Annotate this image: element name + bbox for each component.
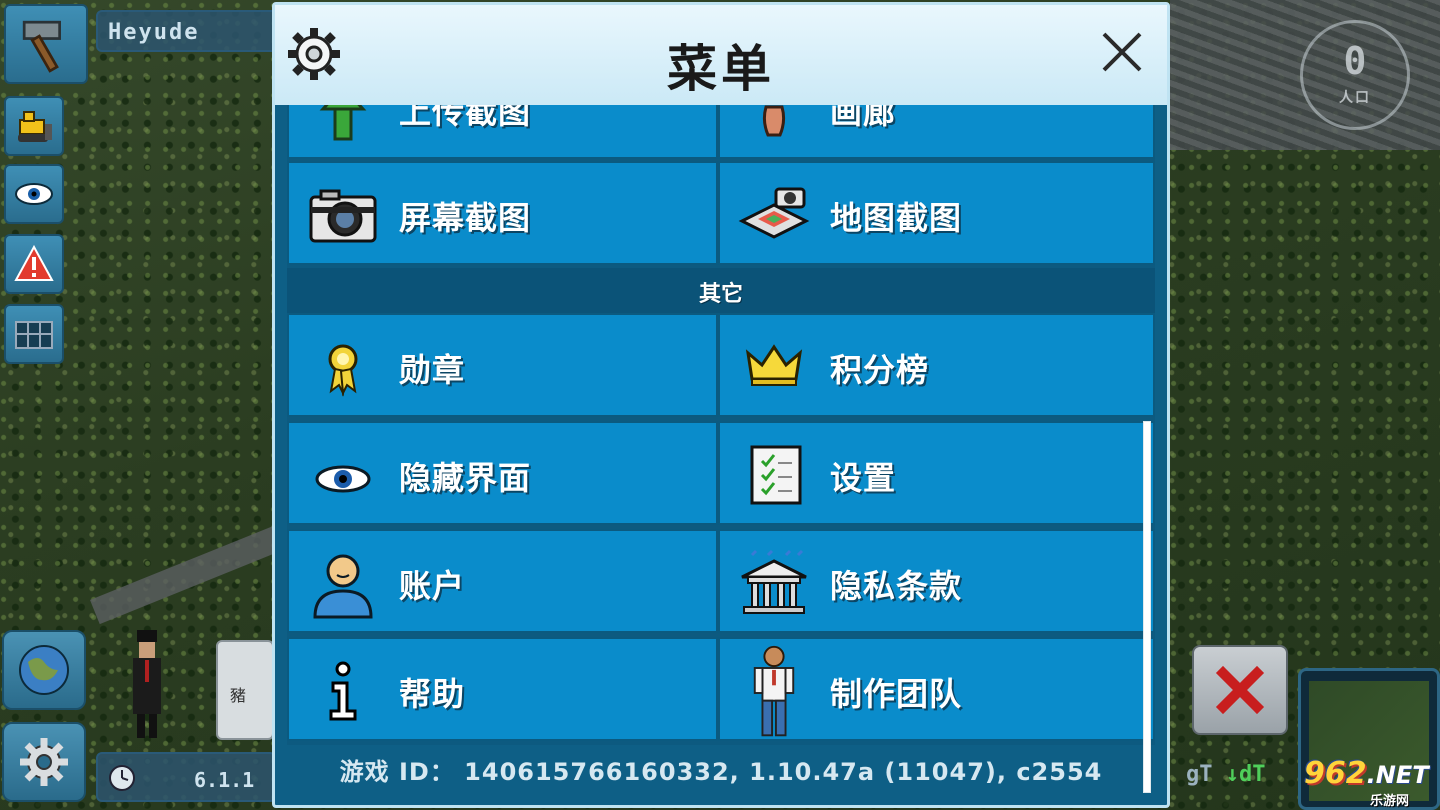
dt-indicator: gT ↓dT bbox=[1186, 762, 1266, 787]
menu-row: 隐藏界面 设置 bbox=[287, 421, 1155, 525]
view-layers-button[interactable] bbox=[4, 164, 64, 224]
watermark-main: 962 bbox=[1304, 756, 1367, 791]
menu-item-screen-capture[interactable]: 屏幕截图 bbox=[287, 161, 718, 265]
menu-scrollbar[interactable] bbox=[1143, 421, 1151, 793]
red-x-icon bbox=[1215, 665, 1265, 715]
speech-bubble[interactable]: 豬 bbox=[216, 640, 274, 740]
version-bar[interactable]: 6.1.1 bbox=[96, 752, 276, 802]
version-text: 6.1.1 bbox=[194, 768, 255, 792]
menu-item-label: 账户 bbox=[399, 567, 466, 605]
menu-row: 屏幕截图 地图截图 bbox=[287, 161, 1155, 265]
medal-icon bbox=[328, 344, 358, 397]
section-header-other: 其它 bbox=[287, 268, 1155, 314]
dialog-title: 菜单 bbox=[667, 40, 775, 98]
upload-icon bbox=[319, 105, 367, 141]
person-icon bbox=[753, 645, 795, 737]
globe-button[interactable] bbox=[2, 630, 86, 710]
bulldozer-icon bbox=[18, 111, 52, 142]
menu-item-label: 积分榜 bbox=[830, 351, 930, 389]
menu-item-upload-screenshot[interactable]: 上传截图 bbox=[287, 105, 718, 159]
grid-panel-icon bbox=[15, 321, 53, 349]
speech-bubble-text: 豬 bbox=[230, 686, 247, 705]
dt-green-label: ↓dT bbox=[1225, 762, 1266, 787]
eye-icon bbox=[15, 183, 53, 205]
hammer-icon bbox=[22, 20, 61, 73]
watermark-sub: 乐游网 bbox=[1370, 794, 1410, 809]
menu-item-label: 地图截图 bbox=[830, 199, 963, 237]
city-name-label[interactable]: Heyude bbox=[96, 10, 286, 52]
menu-item-hide-ui[interactable]: 隐藏界面 bbox=[287, 421, 718, 525]
menu-item-label: 勋章 bbox=[399, 351, 466, 389]
alert-button[interactable] bbox=[4, 234, 64, 294]
menu-item-account[interactable]: 账户 bbox=[287, 529, 718, 633]
menu-item-leaderboard[interactable]: 积分榜 bbox=[718, 313, 1155, 417]
menu-row: 帮助 制作团队 bbox=[287, 637, 1155, 741]
gear-icon bbox=[20, 738, 68, 786]
info-icon bbox=[329, 661, 357, 721]
camera-icon bbox=[309, 189, 377, 243]
menu-item-label: 隐藏界面 bbox=[399, 459, 532, 497]
close-icon[interactable] bbox=[1097, 27, 1147, 77]
menu-row: 上传截图 画廊 bbox=[287, 105, 1155, 159]
citizen-sprite bbox=[133, 630, 161, 738]
user-icon bbox=[313, 554, 373, 619]
menu-item-label: 屏幕截图 bbox=[399, 199, 532, 237]
menu-item-label: 帮助 bbox=[399, 675, 466, 713]
globe-icon bbox=[19, 645, 69, 695]
counter-label: 人口 bbox=[1339, 90, 1371, 106]
menu-item-help[interactable]: 帮助 bbox=[287, 637, 718, 741]
menu-row: 账户 隐私条款 bbox=[287, 529, 1155, 633]
city-name: Heyude bbox=[108, 20, 200, 45]
watermark-net: .NET bbox=[1366, 761, 1429, 789]
map-camera-icon bbox=[738, 187, 810, 239]
crown-icon bbox=[745, 344, 803, 386]
menu-item-label: 画廊 bbox=[830, 105, 897, 131]
menu-row: 勋章 积分榜 bbox=[287, 313, 1155, 417]
warning-icon bbox=[14, 244, 54, 281]
clock-icon bbox=[109, 765, 135, 791]
vase-icon bbox=[762, 105, 786, 137]
data-view-button[interactable] bbox=[4, 304, 64, 364]
menu-item-settings[interactable]: 设置 bbox=[718, 421, 1155, 525]
checklist-icon bbox=[750, 445, 802, 505]
build-hammer-button[interactable] bbox=[4, 4, 88, 84]
site-watermark: 962.NET 乐游网 bbox=[1298, 752, 1440, 810]
dialog-header: 菜单 bbox=[275, 5, 1167, 105]
menu-item-label: 制作团队 bbox=[830, 675, 963, 713]
menu-item-privacy[interactable]: 隐私条款 bbox=[718, 529, 1155, 633]
menu-dialog: 菜单 上传截图 画廊 屏幕截图 地图截图 其它 勋章 积分榜 隐藏界面 设置 账… bbox=[272, 2, 1170, 808]
menu-item-map-capture[interactable]: 地图截图 bbox=[718, 161, 1155, 265]
menu-item-label: 设置 bbox=[830, 459, 897, 497]
menu-list[interactable]: 上传截图 画廊 屏幕截图 地图截图 其它 勋章 积分榜 隐藏界面 设置 账户 隐… bbox=[287, 105, 1155, 745]
menu-item-credits[interactable]: 制作团队 bbox=[718, 637, 1155, 741]
bank-building-icon bbox=[741, 549, 807, 614]
menu-item-label: 上传截图 bbox=[399, 105, 532, 131]
bulldozer-button[interactable] bbox=[4, 96, 64, 156]
menu-item-gallery[interactable]: 画廊 bbox=[718, 105, 1155, 159]
population-counter[interactable]: 0 人口 bbox=[1300, 20, 1410, 130]
settings-gear-button[interactable] bbox=[2, 722, 86, 802]
game-id-footer: 游戏 ID： 140615766160332, 1.10.47a (11047)… bbox=[339, 758, 1103, 786]
counter-value: 0 bbox=[1343, 39, 1367, 83]
menu-item-medals[interactable]: 勋章 bbox=[287, 313, 718, 417]
cancel-tool-button[interactable] bbox=[1192, 645, 1288, 735]
watermark-logo: 962.NET bbox=[1304, 756, 1429, 791]
menu-item-label: 隐私条款 bbox=[830, 567, 963, 605]
eye-icon bbox=[315, 465, 371, 493]
dt-label: gT bbox=[1186, 762, 1213, 787]
